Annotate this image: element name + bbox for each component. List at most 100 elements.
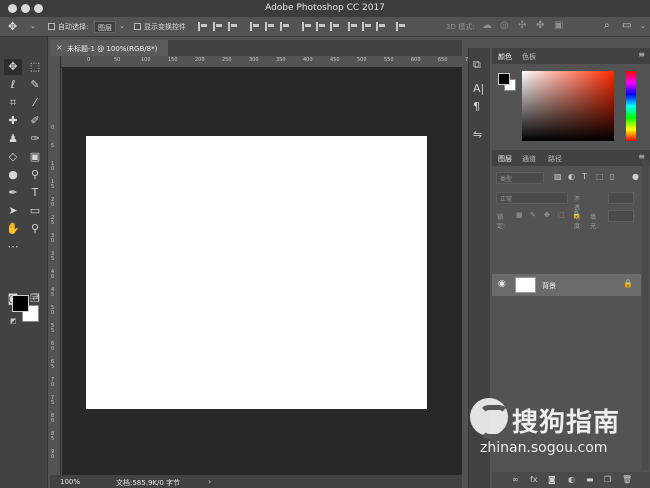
show-transform-checkbox[interactable] [134,23,141,30]
filter-shape-icon[interactable]: ⬚ [596,172,604,181]
marquee-tool[interactable]: ⬚ [26,59,44,75]
history-brush-tool[interactable]: ✑ [26,131,44,147]
color-picker-field[interactable] [522,71,614,141]
title-bar: Adobe Photoshop CC 2017 [0,0,650,17]
auto-select-dropdown[interactable]: 图层 [94,21,116,33]
filter-type-icon[interactable]: T [582,172,587,181]
path-selection-tool[interactable]: ➤ [4,203,22,219]
quick-selection-tool[interactable]: ✎ [26,77,44,93]
horizontal-ruler[interactable]: 0501001502002503003504004505005506006507… [61,56,475,68]
layers-scrollbar[interactable] [642,160,649,470]
lock-artboard-icon[interactable]: ⬚ [558,211,565,219]
pen-tool[interactable]: ✒ [4,185,22,201]
opacity-field[interactable] [608,192,634,204]
character-icon[interactable]: A| [473,82,484,95]
crop-tool[interactable]: ⌗ [4,95,22,111]
gradient-tool[interactable]: ▣ [26,149,44,165]
color-panel-menu-icon[interactable]: ≡ [638,50,645,59]
distribute-right-icon[interactable] [376,22,385,31]
ruler-tick-label: 8 5 [51,431,55,442]
hand-tool[interactable]: ✋ [4,221,22,237]
move-tool[interactable]: ✥ [4,59,22,75]
eye-icon[interactable]: ◉ [498,279,506,289]
tool-preset-chevron-down-icon[interactable]: ⌄ [30,22,36,30]
lock-transparent-icon[interactable]: ▦ [516,211,523,219]
layer-row[interactable]: ◉ 背景 🔒 [492,274,641,296]
move-tool-icon[interactable]: ✥ [8,20,17,33]
eraser-tool[interactable]: ◇ [4,149,22,165]
tab-channels[interactable]: 通道 [522,154,536,164]
tab-swatches[interactable]: 色板 [522,52,536,62]
filter-adjustment-icon[interactable]: ◐ [568,172,575,181]
adjustment-layer-icon[interactable]: ◐ [568,475,575,484]
link-layers-icon[interactable]: ∞ [512,475,519,484]
color-panel-foreground-swatch[interactable] [498,73,510,85]
distribute-hcenter-icon[interactable] [362,22,371,31]
dodge-tool[interactable]: ⚲ [26,167,44,183]
blend-mode-dropdown[interactable]: 正常 [496,192,568,204]
filter-toggle-icon[interactable]: ● [632,172,639,181]
align-vertical-center-icon[interactable] [213,22,222,31]
align-right-icon[interactable] [280,22,289,31]
clone-stamp-tool[interactable]: ♟ [4,131,22,147]
distribute-top-icon[interactable] [302,22,311,31]
layer-filter-kind[interactable]: 类型 [496,172,544,184]
tab-paths[interactable]: 路径 [548,154,562,164]
auto-select-checkbox[interactable] [48,23,55,30]
filter-pixel-icon[interactable]: ▨ [554,172,562,181]
auto-select-chevron-down-icon[interactable]: ⌄ [119,22,125,30]
align-left-icon[interactable] [250,22,259,31]
roll-3d-icon[interactable]: ◎ [500,20,509,31]
new-group-icon[interactable]: ▬ [586,475,594,484]
auto-align-icon[interactable] [396,22,405,31]
layer-style-icon[interactable]: fx [530,475,538,484]
lock-image-icon[interactable]: ✎ [530,211,536,219]
brush-tool[interactable]: ✐ [26,113,44,129]
type-tool[interactable]: T [26,185,44,201]
align-bottom-icon[interactable] [228,22,237,31]
close-tab-icon[interactable]: × [56,43,63,52]
distribute-vcenter-icon[interactable] [316,22,325,31]
lasso-tool[interactable]: ℓ [4,77,22,93]
distribute-bottom-icon[interactable] [330,22,339,31]
pan-3d-icon[interactable]: ✣ [518,20,526,31]
hue-slider[interactable] [626,71,636,141]
properties-icon[interactable]: ⇋ [473,128,482,141]
history-icon[interactable]: ⧉ [473,58,481,72]
tab-layers[interactable]: 图层 [498,154,512,164]
new-layer-icon[interactable]: ❐ [604,475,611,484]
orbit-3d-icon[interactable]: ☁ [482,20,492,31]
document-canvas[interactable] [86,136,427,409]
fill-field[interactable] [608,210,634,222]
align-top-icon[interactable] [198,22,207,31]
tab-color[interactable]: 颜色 [498,52,512,62]
layer-lock-icon: 🔒 [623,279,633,288]
workspace-chevron-down-icon[interactable]: ⌄ [640,22,646,30]
paragraph-icon[interactable]: ¶ [473,100,480,113]
more-tools-icon[interactable]: ⋯ [4,239,22,255]
slide-3d-icon[interactable]: ✤ [536,20,544,31]
lock-all-icon[interactable]: 🔒 [572,211,581,219]
status-menu-chevron-right-icon[interactable]: › [208,477,211,486]
document-tab[interactable]: × 未标题-1 @ 100%(RGB/8*) [50,40,168,56]
rectangle-tool[interactable]: ▭ [26,203,44,219]
zoom-tool[interactable]: ⚲ [26,221,44,237]
ruler-tick-label: 7 0 [51,377,55,388]
workspace-icon[interactable]: ▭ [622,20,631,31]
default-colors-icon[interactable]: ◩ [10,317,17,325]
filter-smart-object-icon[interactable]: ▯ [610,172,614,181]
vertical-ruler[interactable]: 0 5 1 0 1 5 2 0 2 5 3 0 3 5 4 0 4 5 5 0 5 5 6 0 6 5 7 … [50,56,61,475]
eyedropper-tool[interactable]: ⁄ [26,95,44,111]
foreground-color-swatch[interactable] [12,295,29,312]
distribute-left-icon[interactable] [348,22,357,31]
search-icon[interactable]: ⌕ [604,20,610,31]
align-horizontal-center-icon[interactable] [265,22,274,31]
lock-position-icon[interactable]: ✥ [544,211,550,219]
healing-brush-tool[interactable]: ✚ [4,113,22,129]
delete-layer-icon[interactable]: 🗑 [622,475,632,484]
ruler-tick-label: 600 [411,57,421,63]
blur-tool[interactable]: ● [4,167,22,183]
scale-3d-icon[interactable]: ▣ [554,20,563,31]
add-mask-icon[interactable]: ◙ [548,475,556,484]
zoom-level[interactable]: 100% [60,478,80,486]
